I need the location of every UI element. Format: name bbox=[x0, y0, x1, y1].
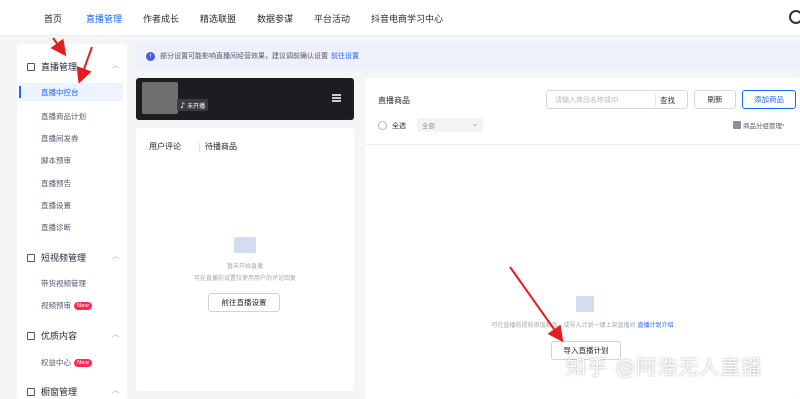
refresh-button[interactable]: 刷新 bbox=[694, 90, 736, 109]
sidebar-group-label: 橱窗管理 bbox=[41, 388, 78, 398]
sidebar-group-label: 直播管理 bbox=[41, 63, 78, 73]
search-input[interactable] bbox=[555, 94, 655, 106]
select-all-radio[interactable] bbox=[378, 121, 387, 130]
notice-bar: ! 部分设置可能影响直播间经营效果，建议调前确认设置 前往设置 bbox=[136, 44, 800, 68]
divider bbox=[655, 94, 656, 106]
new-badge: New bbox=[74, 301, 92, 310]
watermark-text: 知乎 @阿浩无人直播 bbox=[566, 355, 763, 379]
sidebar-item-video-management[interactable]: 带货视频管理 bbox=[41, 278, 86, 289]
search-box: 查找 bbox=[546, 90, 688, 109]
nav-selected-alliance[interactable]: 精选联盟 bbox=[200, 12, 236, 25]
tiktok-icon: ♪ bbox=[180, 100, 186, 110]
nav-author-growth[interactable]: 作者成长 bbox=[143, 12, 179, 25]
category-select-value: 全部 bbox=[422, 122, 435, 130]
info-icon: ! bbox=[146, 51, 155, 61]
new-badge: New bbox=[74, 358, 92, 367]
sidebar-item-live-diagnosis[interactable]: 直播诊断 bbox=[41, 222, 71, 233]
chevron-up-icon[interactable]: ︿ bbox=[112, 385, 119, 395]
search-button[interactable]: 查找 bbox=[660, 95, 675, 106]
select-all-label[interactable]: 全选 bbox=[392, 121, 406, 131]
sidebar-item-label: 视频预审 bbox=[41, 301, 71, 310]
nav-learning-center[interactable]: 抖音电商学习中心 bbox=[371, 12, 443, 25]
store-icon bbox=[576, 296, 594, 312]
nav-data-advisor[interactable]: 数据参谋 bbox=[257, 12, 293, 25]
sidebar-group-showcase[interactable]: 橱窗管理 bbox=[27, 385, 77, 398]
chevron-up-icon[interactable]: ︿ bbox=[112, 329, 119, 339]
sidebar: 直播管理 ︿ 直播中控台 直播商品计划 直播间发券 脚本预审 直播预告 直播设置… bbox=[17, 44, 127, 399]
empty-goods-description: 可在直播前提前添加商品，或导入计划一键上架直播间 直播计划介绍 bbox=[365, 320, 800, 329]
camera-icon bbox=[234, 237, 256, 253]
category-select[interactable]: 全部 ⌄ bbox=[417, 118, 483, 132]
chevron-up-icon[interactable]: ︿ bbox=[112, 60, 119, 70]
add-goods-button[interactable]: 添加商品 bbox=[742, 90, 796, 109]
sidebar-item-live-coupon[interactable]: 直播间发券 bbox=[41, 133, 79, 144]
live-status-text: 未开播 bbox=[187, 102, 206, 110]
sidebar-item-label: 权益中心 bbox=[41, 358, 71, 367]
showcase-icon bbox=[27, 387, 35, 396]
avatar bbox=[142, 82, 178, 114]
sidebar-item-live-goods-plan[interactable]: 直播商品计划 bbox=[41, 111, 86, 122]
chevron-up-icon[interactable]: ︿ bbox=[112, 251, 119, 261]
goto-live-settings-button[interactable]: 前往直播设置 bbox=[208, 293, 280, 312]
menu-icon[interactable] bbox=[332, 94, 341, 102]
nav-home[interactable]: 首页 bbox=[44, 12, 62, 25]
empty-title: 暂未开始直播 bbox=[226, 263, 263, 270]
nav-platform-activity[interactable]: 平台活动 bbox=[314, 12, 350, 25]
settings-icon[interactable] bbox=[789, 10, 800, 24]
sidebar-item-script-review[interactable]: 脚本预审 bbox=[41, 155, 71, 166]
sidebar-group-live[interactable]: 直播管理 bbox=[27, 60, 77, 73]
tab-divider bbox=[199, 143, 200, 151]
notice-text: 部分设置可能影响直播间经营效果，建议调前确认设置 bbox=[160, 52, 328, 60]
comments-panel: 用户评论 待播商品 暂未开始直播 可在直播前设置仅使用用户的评论回复 前往直播设… bbox=[136, 128, 354, 391]
chevron-down-icon: ⌄ bbox=[472, 120, 478, 128]
nav-live-management[interactable]: 直播管理 bbox=[86, 12, 122, 25]
tab-user-comments[interactable]: 用户评论 bbox=[149, 141, 181, 152]
folder-icon bbox=[733, 121, 741, 129]
sidebar-item-live-preview[interactable]: 直播预告 bbox=[41, 178, 71, 189]
empty-description: 可在直播前设置仅使用用户的评论回复 bbox=[193, 275, 296, 282]
live-status-badge: ♪ 未开播 bbox=[177, 99, 209, 111]
notice-settings-link[interactable]: 前往设置 bbox=[331, 51, 359, 61]
sidebar-item-video-review[interactable]: 视频预审 New bbox=[41, 300, 92, 311]
sidebar-item-live-console[interactable]: 直播中控台 bbox=[19, 83, 123, 101]
sidebar-group-short-video[interactable]: 短视频管理 bbox=[27, 251, 86, 264]
top-nav: 首页 直播管理 作者成长 精选联盟 数据参谋 平台活动 抖音电商学习中心 bbox=[0, 0, 800, 36]
tab-pending-goods[interactable]: 待播商品 bbox=[205, 141, 237, 152]
sidebar-item-benefits-center[interactable]: 权益中心 New bbox=[41, 357, 92, 368]
panel-title: 直播商品 bbox=[378, 96, 410, 105]
sidebar-group-label: 优质内容 bbox=[41, 332, 78, 342]
empty-goods-text: 可在直播前提前添加商品，或导入计划一键上架直播间 bbox=[491, 322, 636, 329]
group-manage-label: 商品分组管理 bbox=[743, 122, 782, 130]
live-management-icon bbox=[27, 62, 35, 71]
content-icon bbox=[27, 331, 35, 340]
goods-group-manage-link[interactable]: 商品分组管理 › bbox=[733, 120, 785, 130]
divider bbox=[365, 144, 800, 145]
sidebar-group-quality-content[interactable]: 优质内容 bbox=[27, 329, 77, 342]
sidebar-group-label: 短视频管理 bbox=[41, 254, 87, 264]
chevron-right-icon: › bbox=[782, 121, 785, 129]
live-status-card: ♪ 未开播 bbox=[136, 78, 354, 120]
live-plan-intro-link[interactable]: 直播计划介绍 bbox=[637, 322, 673, 329]
video-icon bbox=[27, 253, 35, 262]
sidebar-item-live-settings[interactable]: 直播设置 bbox=[41, 200, 71, 211]
